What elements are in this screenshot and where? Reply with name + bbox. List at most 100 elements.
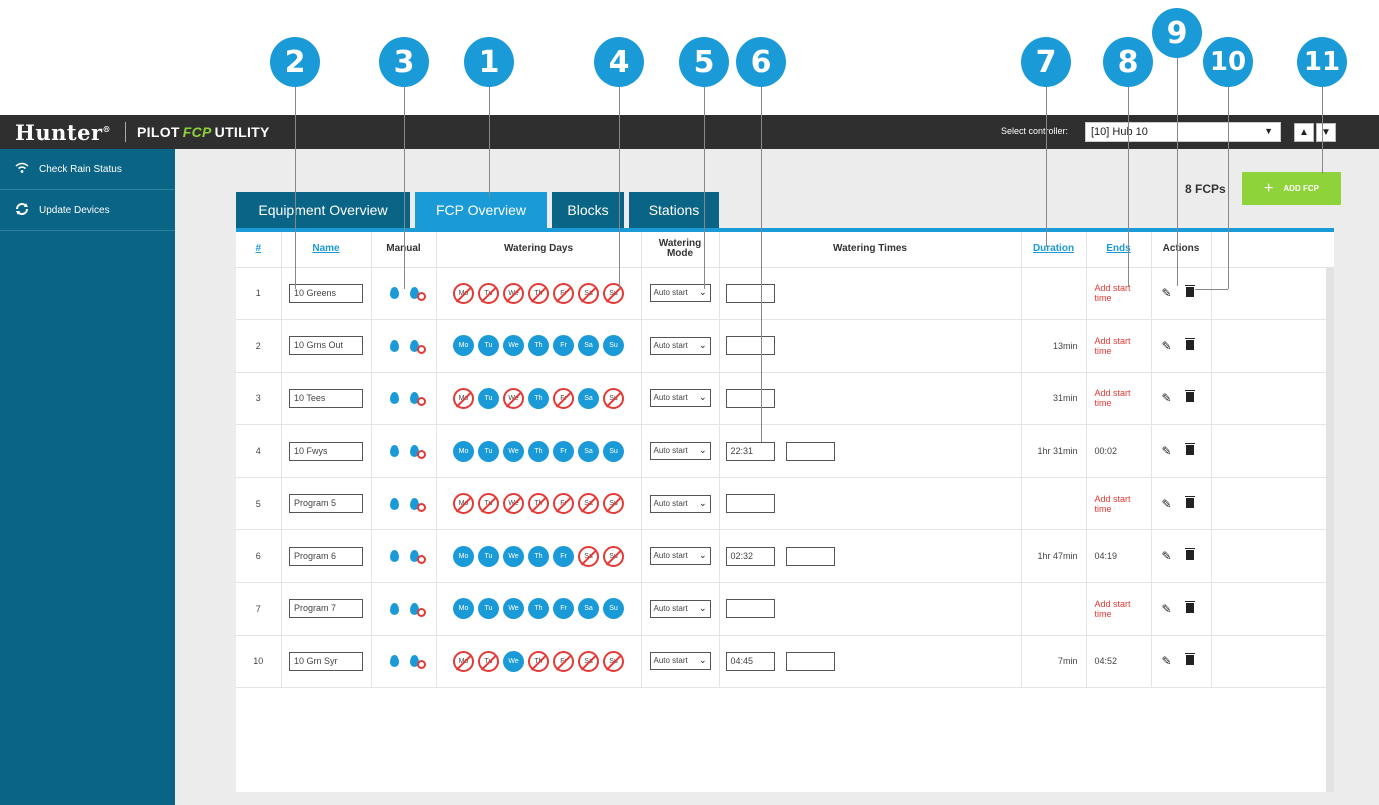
watering-day-toggle[interactable]: Mo (453, 282, 474, 304)
watering-day-toggle[interactable]: We (503, 387, 524, 409)
watering-day-toggle[interactable]: We (503, 493, 524, 515)
watering-day-toggle[interactable]: Fr (553, 545, 574, 567)
sidebar-item-update-devices[interactable]: Update Devices (0, 190, 175, 231)
watering-day-toggle[interactable]: Mo (453, 493, 474, 515)
watering-time-input[interactable] (725, 336, 775, 356)
fcp-name-input[interactable]: Program 6 (289, 546, 363, 566)
manual-water-drop-icon[interactable] (389, 445, 399, 458)
watering-day-toggle[interactable]: We (503, 545, 524, 567)
manual-water-drop-icon[interactable] (389, 497, 399, 510)
manual-stop-water-icon[interactable] (409, 497, 426, 512)
watering-day-toggle[interactable]: Fr (553, 387, 574, 409)
manual-stop-water-icon[interactable] (409, 550, 426, 565)
fcp-name-input[interactable]: 10 Greens (289, 283, 363, 303)
fcp-name-input[interactable]: Program 7 (289, 599, 363, 619)
watering-day-toggle[interactable]: Tu (478, 493, 499, 515)
watering-day-toggle[interactable]: Su (603, 387, 624, 409)
delete-trash-icon[interactable] (1184, 653, 1195, 666)
watering-time-input[interactable]: 04:45 (725, 651, 775, 671)
edit-pencil-icon[interactable]: ✎ (1162, 654, 1172, 668)
watering-day-toggle[interactable]: Su (603, 598, 624, 620)
watering-mode-select[interactable]: Auto start ⌄ (649, 652, 711, 671)
column-header-ends[interactable]: Ends (1086, 232, 1152, 268)
add-fcp-button[interactable]: + ADD FCP (1242, 172, 1341, 205)
delete-trash-icon[interactable] (1184, 495, 1195, 508)
watering-day-toggle[interactable]: Fr (553, 598, 574, 620)
watering-mode-select[interactable]: Auto start ⌄ (649, 494, 711, 513)
fcp-name-input[interactable]: 10 Fwys (289, 441, 363, 461)
watering-day-toggle[interactable]: Sa (578, 545, 599, 567)
delete-trash-icon[interactable] (1184, 443, 1195, 456)
watering-mode-select[interactable]: Auto start ⌄ (649, 547, 711, 566)
manual-water-drop-icon[interactable] (389, 339, 399, 352)
watering-day-toggle[interactable]: Sa (578, 335, 599, 357)
manual-stop-water-icon[interactable] (409, 655, 426, 670)
watering-day-toggle[interactable]: Su (603, 493, 624, 515)
watering-day-toggle[interactable]: Sa (578, 387, 599, 409)
delete-trash-icon[interactable] (1184, 548, 1195, 561)
controller-select[interactable]: [10] Hub 10 ▼ (1085, 122, 1281, 142)
watering-mode-select[interactable]: Auto start ⌄ (649, 336, 711, 355)
fcp-name-input[interactable]: 10 Grns Out (289, 336, 363, 356)
edit-pencil-icon[interactable]: ✎ (1162, 549, 1172, 563)
watering-day-toggle[interactable]: Tu (478, 598, 499, 620)
watering-day-toggle[interactable]: Fr (553, 493, 574, 515)
watering-day-toggle[interactable]: Sa (578, 650, 599, 672)
manual-stop-water-icon[interactable] (409, 339, 426, 354)
delete-trash-icon[interactable] (1184, 337, 1195, 350)
manual-stop-water-icon[interactable] (409, 602, 426, 617)
manual-stop-water-icon[interactable] (409, 392, 426, 407)
controller-up-button[interactable]: ▲ (1294, 123, 1314, 142)
watering-mode-select[interactable]: Auto start ⌄ (649, 284, 711, 303)
watering-day-toggle[interactable]: Sa (578, 493, 599, 515)
watering-day-toggle[interactable]: We (503, 282, 524, 304)
delete-trash-icon[interactable] (1184, 600, 1195, 613)
watering-day-toggle[interactable]: Th (528, 282, 549, 304)
watering-day-toggle[interactable]: Th (528, 545, 549, 567)
manual-stop-water-icon[interactable] (409, 287, 426, 302)
watering-mode-select[interactable]: Auto start ⌄ (649, 389, 711, 408)
watering-time-input[interactable] (725, 494, 775, 514)
watering-day-toggle[interactable]: Tu (478, 387, 499, 409)
tab-equipment-overview[interactable]: Equipment Overview (236, 192, 410, 228)
watering-day-toggle[interactable]: Th (528, 493, 549, 515)
edit-pencil-icon[interactable]: ✎ (1162, 286, 1172, 300)
edit-pencil-icon[interactable]: ✎ (1162, 339, 1172, 353)
watering-day-toggle[interactable]: Su (603, 440, 624, 462)
watering-day-toggle[interactable]: Su (603, 335, 624, 357)
delete-trash-icon[interactable] (1184, 285, 1195, 298)
watering-day-toggle[interactable]: Sa (578, 282, 599, 304)
controller-down-button[interactable]: ▼ (1316, 123, 1336, 142)
watering-day-toggle[interactable]: Th (528, 335, 549, 357)
watering-day-toggle[interactable]: Mo (453, 650, 474, 672)
watering-day-toggle[interactable]: Fr (553, 650, 574, 672)
column-header-duration[interactable]: Duration (1021, 232, 1087, 268)
watering-day-toggle[interactable]: Su (603, 650, 624, 672)
watering-time-input[interactable] (785, 651, 835, 671)
watering-day-toggle[interactable]: Th (528, 598, 549, 620)
edit-pencil-icon[interactable]: ✎ (1162, 602, 1172, 616)
watering-day-toggle[interactable]: Mo (453, 335, 474, 357)
manual-water-drop-icon[interactable] (389, 602, 399, 615)
watering-day-toggle[interactable]: Tu (478, 650, 499, 672)
watering-time-input[interactable] (785, 441, 835, 461)
watering-day-toggle[interactable]: Fr (553, 440, 574, 462)
watering-day-toggle[interactable]: Mo (453, 545, 474, 567)
watering-time-input[interactable] (725, 283, 775, 303)
fcp-name-input[interactable]: 10 Tees (289, 388, 363, 408)
watering-day-toggle[interactable]: Th (528, 440, 549, 462)
edit-pencil-icon[interactable]: ✎ (1162, 444, 1172, 458)
watering-day-toggle[interactable]: Sa (578, 598, 599, 620)
manual-water-drop-icon[interactable] (389, 287, 399, 300)
watering-day-toggle[interactable]: We (503, 598, 524, 620)
watering-mode-select[interactable]: Auto start ⌄ (649, 599, 711, 618)
watering-day-toggle[interactable]: Fr (553, 282, 574, 304)
watering-day-toggle[interactable]: Mo (453, 598, 474, 620)
manual-water-drop-icon[interactable] (389, 550, 399, 563)
watering-day-toggle[interactable]: Mo (453, 440, 474, 462)
watering-day-toggle[interactable]: Th (528, 650, 549, 672)
manual-water-drop-icon[interactable] (389, 655, 399, 668)
watering-day-toggle[interactable]: Th (528, 387, 549, 409)
watering-day-toggle[interactable]: Fr (553, 335, 574, 357)
watering-day-toggle[interactable]: Su (603, 282, 624, 304)
